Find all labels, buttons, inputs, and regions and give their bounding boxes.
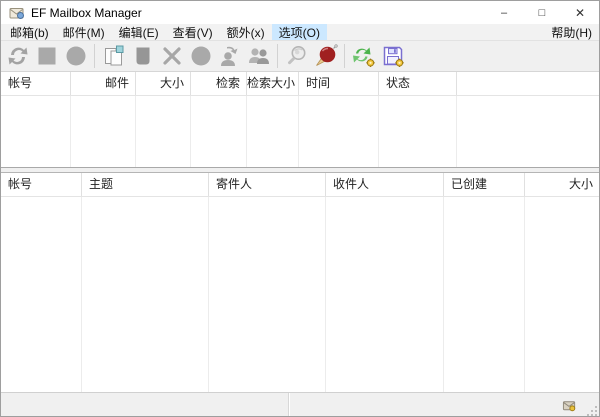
messages-list-body[interactable] <box>1 197 599 392</box>
toolbar-users-icon[interactable] <box>244 42 273 70</box>
menu-item-right-0[interactable]: 帮助(H) <box>544 24 599 40</box>
menu-item-2[interactable]: 编辑(E) <box>112 24 166 40</box>
accounts-pane: 帐号 邮件 大小 检索 检索大小 时间 状态 <box>1 72 599 167</box>
accounts-column-area-4 <box>247 96 299 167</box>
minimize-button[interactable]: – <box>485 1 523 24</box>
toolbar-document-icon[interactable] <box>128 42 157 70</box>
toolbar-red-seal-icon[interactable] <box>311 42 340 70</box>
messages-column-area-3 <box>326 197 444 392</box>
title-bar: EF Mailbox Manager – □ ✕ <box>1 1 599 24</box>
accounts-column-area-0 <box>1 96 71 167</box>
toolbar-save-icon[interactable] <box>378 42 407 70</box>
toolbar-stop-square-icon[interactable] <box>32 42 61 70</box>
toolbar-circle-icon[interactable] <box>186 42 215 70</box>
messages-column-header-5[interactable]: 大小 <box>525 173 599 196</box>
menu-item-0[interactable]: 邮箱(b) <box>3 24 56 40</box>
accounts-column-area-5 <box>299 96 379 167</box>
accounts-column-area-3 <box>191 96 247 167</box>
accounts-column-header-1[interactable]: 邮件 <box>71 72 136 95</box>
app-window: EF Mailbox Manager – □ ✕ 邮箱(b) 邮件(M) 编辑(E) 查看… <box>0 0 600 417</box>
accounts-list-body[interactable] <box>1 96 599 167</box>
messages-header-row: 帐号 主题 寄件人 收件人 已创建 大小 <box>1 173 599 197</box>
accounts-column-header-2[interactable]: 大小 <box>136 72 191 95</box>
accounts-column-area-2 <box>136 96 191 167</box>
toolbar-delete-x-icon[interactable] <box>157 42 186 70</box>
caption-buttons: – □ ✕ <box>485 1 599 24</box>
messages-column-area-4 <box>444 197 525 392</box>
toolbar-user-forward-icon[interactable] <box>215 42 244 70</box>
messages-column-header-4[interactable]: 已创建 <box>444 173 525 196</box>
status-bar <box>1 392 599 416</box>
toolbar-separator <box>277 44 278 68</box>
messages-column-header-1[interactable]: 主题 <box>82 173 209 196</box>
accounts-column-header-3[interactable]: 检索 <box>191 72 247 95</box>
accounts-column-header-6[interactable]: 状态 <box>379 72 457 95</box>
toolbar-refresh-icon[interactable] <box>3 42 32 70</box>
accounts-column-header-0[interactable]: 帐号 <box>1 72 71 95</box>
accounts-header-filler <box>457 72 599 95</box>
accounts-column-area-1 <box>71 96 136 167</box>
toolbar-separator <box>94 44 95 68</box>
toolbar <box>1 40 599 72</box>
menu-bar-right: 帮助(H) <box>544 24 599 40</box>
mail-app-icon <box>9 5 25 21</box>
menu-bar: 邮箱(b) 邮件(M) 编辑(E) 查看(V) 额外(x) 选项(O) 帮助(H) <box>1 24 599 40</box>
messages-column-header-3[interactable]: 收件人 <box>326 173 444 196</box>
close-button[interactable]: ✕ <box>561 1 599 24</box>
messages-pane: 帐号 主题 寄件人 收件人 已创建 大小 <box>1 173 599 392</box>
messages-column-area-1 <box>82 197 209 392</box>
toolbar-stop-circle-icon[interactable] <box>61 42 90 70</box>
messages-column-header-2[interactable]: 寄件人 <box>209 173 326 196</box>
toolbar-search-icon[interactable] <box>282 42 311 70</box>
window-title: EF Mailbox Manager <box>31 5 142 20</box>
toolbar-sync-accounts-icon[interactable] <box>349 42 378 70</box>
messages-column-header-0[interactable]: 帐号 <box>1 173 82 196</box>
messages-column-area-0 <box>1 197 82 392</box>
menu-item-3[interactable]: 查看(V) <box>166 24 220 40</box>
accounts-header-row: 帐号 邮件 大小 检索 检索大小 时间 状态 <box>1 72 599 96</box>
accounts-column-header-4[interactable]: 检索大小 <box>247 72 299 95</box>
maximize-button[interactable]: □ <box>523 1 561 24</box>
menu-item-5[interactable]: 选项(O) <box>271 24 327 40</box>
resize-grip-icon[interactable] <box>585 404 598 416</box>
status-section-left <box>1 393 288 416</box>
mail-status-icon <box>562 398 577 413</box>
toolbar-copy-icon[interactable] <box>99 42 128 70</box>
menu-item-4[interactable]: 额外(x) <box>220 24 272 40</box>
status-divider-highlight <box>289 393 290 416</box>
accounts-body-filler <box>457 96 599 167</box>
menu-bar-left: 邮箱(b) 邮件(M) 编辑(E) 查看(V) 额外(x) 选项(O) <box>3 24 327 40</box>
toolbar-separator <box>344 44 345 68</box>
accounts-column-header-5[interactable]: 时间 <box>299 72 379 95</box>
accounts-column-area-6 <box>379 96 457 167</box>
menu-item-1[interactable]: 邮件(M) <box>56 24 112 40</box>
messages-column-area-2 <box>209 197 326 392</box>
messages-column-area-5 <box>525 197 599 392</box>
